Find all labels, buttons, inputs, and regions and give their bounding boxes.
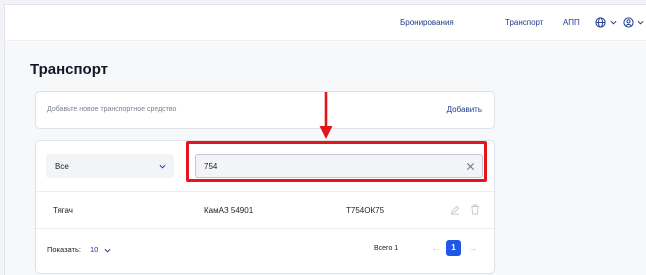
- vehicle-type-cell: Тягач: [53, 206, 73, 215]
- page-title: Транспорт: [30, 61, 109, 78]
- globe-icon[interactable]: [595, 17, 606, 28]
- chevron-down-icon: [104, 248, 111, 253]
- nav-link-transport[interactable]: Транспорт: [505, 18, 543, 27]
- nav-link-app[interactable]: АПП: [563, 18, 580, 27]
- top-navigation: Бронирования Транспорт АПП: [5, 5, 646, 41]
- chevron-down-icon[interactable]: [637, 20, 644, 25]
- add-button[interactable]: Добавить: [447, 105, 482, 114]
- vehicle-plate-cell: Т754ОК75: [346, 206, 385, 215]
- prev-page-arrow-icon[interactable]: ←: [429, 241, 443, 255]
- table-row[interactable]: Тягач КамАЗ 54901 Т754ОК75: [36, 191, 494, 229]
- table-footer: Показать: 10 Всего 1 ← 1 →: [36, 229, 494, 273]
- chevron-down-icon[interactable]: [610, 20, 617, 25]
- show-label: Показать:: [47, 245, 81, 254]
- page-button-current[interactable]: 1: [446, 240, 461, 256]
- per-page-select[interactable]: 10: [90, 243, 114, 257]
- trash-icon[interactable]: [470, 204, 480, 215]
- per-page-value: 10: [90, 245, 99, 254]
- add-vehicle-placeholder[interactable]: Добавьте новое транспортное средство: [47, 106, 176, 113]
- add-vehicle-card: Добавьте новое транспортное средство Доб…: [35, 91, 495, 129]
- total-count: Всего 1: [374, 245, 399, 252]
- chevron-down-icon: [159, 164, 166, 169]
- annotation-arrow-icon: [319, 92, 333, 139]
- annotation-highlight-box: [186, 141, 487, 182]
- edit-icon[interactable]: [450, 205, 460, 215]
- next-page-arrow-icon[interactable]: →: [466, 241, 480, 255]
- vehicle-model-cell: КамАЗ 54901: [204, 206, 254, 215]
- nav-link-bookings[interactable]: Бронирования: [400, 18, 454, 27]
- user-icon[interactable]: [623, 17, 634, 28]
- type-filter-select[interactable]: Все: [46, 154, 174, 178]
- type-filter-value: Все: [55, 162, 69, 171]
